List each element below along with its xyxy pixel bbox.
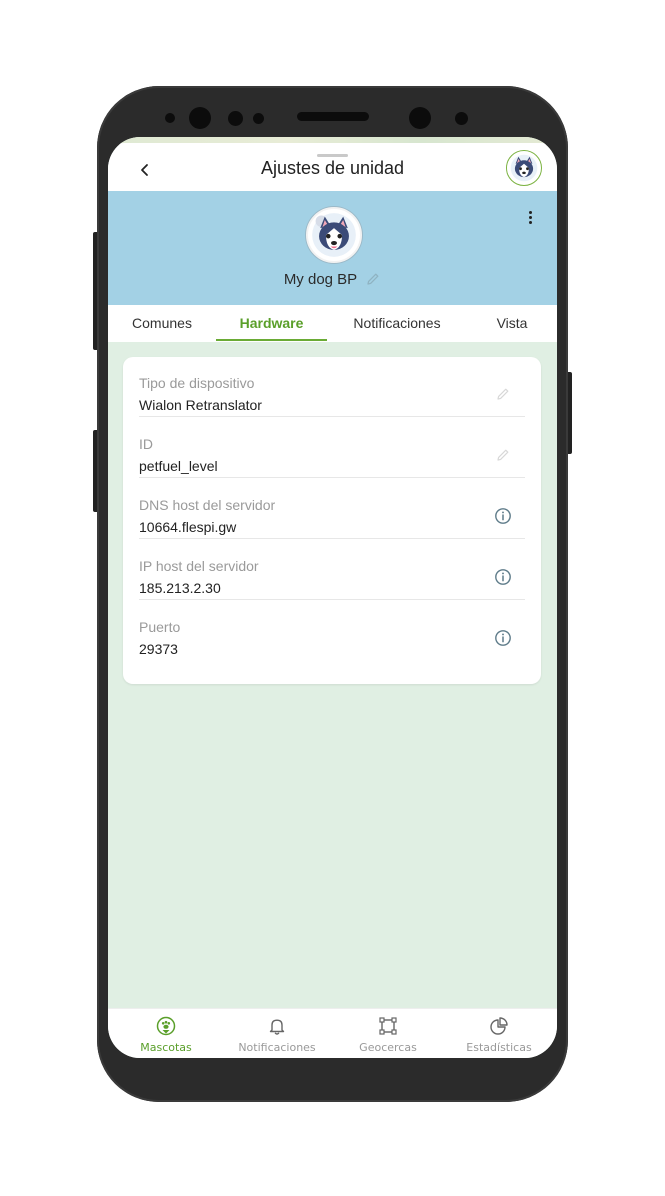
app-screen: Ajustes de unidad My dog BP Comunes Hard… — [108, 137, 557, 1058]
unit-avatar[interactable] — [306, 207, 362, 263]
unit-profile-banner: My dog BP — [108, 191, 557, 305]
field-dns-host: DNS host del servidor 10664.flespi.gw — [139, 479, 525, 539]
info-button[interactable] — [493, 506, 513, 526]
geofence-icon — [377, 1015, 399, 1037]
nav-estadisticas[interactable]: Estadísticas — [443, 1009, 555, 1058]
front-camera — [189, 107, 211, 129]
bell-icon — [266, 1015, 288, 1037]
divider — [139, 477, 525, 478]
pie-chart-icon — [488, 1015, 510, 1037]
more-vertical-icon — [528, 210, 532, 214]
husky-avatar-icon — [312, 213, 356, 257]
unit-name-row: My dog BP — [108, 268, 557, 290]
divider — [139, 416, 525, 417]
pencil-icon[interactable] — [365, 271, 381, 287]
front-camera — [409, 107, 431, 129]
info-icon — [495, 569, 511, 585]
nav-label: Estadísticas — [466, 1041, 532, 1054]
divider — [139, 538, 525, 539]
field-label: Tipo de dispositivo — [139, 375, 255, 391]
drag-handle[interactable] — [317, 154, 348, 157]
pencil-icon — [497, 449, 509, 461]
field-label: DNS host del servidor — [139, 497, 276, 513]
info-icon — [495, 508, 511, 524]
nav-notificaciones[interactable]: Notificaciones — [221, 1009, 333, 1058]
more-vertical-icon-dot — [528, 220, 532, 224]
nav-label: Notificaciones — [238, 1041, 316, 1054]
tab-hardware[interactable]: Hardware — [216, 305, 327, 342]
field-value: 185.213.2.30 — [139, 580, 221, 596]
edit-button[interactable] — [493, 384, 513, 404]
sensor-dot — [165, 113, 175, 123]
pencil-icon — [497, 388, 509, 400]
field-port: Puerto 29373 — [139, 601, 525, 661]
field-device-type[interactable]: Tipo de dispositivo Wialon Retranslator — [139, 357, 525, 417]
page-title: Ajustes de unidad — [260, 158, 405, 178]
field-label: Puerto — [139, 619, 181, 635]
nav-geocercas[interactable]: Geocercas — [332, 1009, 444, 1058]
more-options-button[interactable] — [520, 207, 540, 227]
tab-comunes[interactable]: Comunes — [120, 305, 204, 342]
field-value: 10664.flespi.gw — [139, 519, 237, 535]
unit-name: My dog BP — [283, 270, 358, 288]
husky-avatar-icon — [510, 154, 538, 182]
nav-mascotas[interactable]: Mascotas — [110, 1009, 222, 1058]
info-icon — [495, 630, 511, 646]
info-button[interactable] — [493, 567, 513, 587]
tab-vista[interactable]: Vista — [480, 305, 544, 342]
tab-notificaciones[interactable]: Notificaciones — [340, 305, 454, 342]
field-ip-host: IP host del servidor 185.213.2.30 — [139, 540, 525, 600]
hardware-card: Tipo de dispositivo Wialon Retranslator … — [123, 357, 541, 684]
sensor-dot — [455, 112, 468, 125]
field-label: IP host del servidor — [139, 558, 259, 574]
more-vertical-icon-dot — [528, 215, 532, 219]
bottom-navigation: Mascotas Notificaciones Geocercas Estadí… — [108, 1008, 557, 1058]
field-label: ID — [139, 436, 153, 452]
nav-label: Geocercas — [359, 1041, 417, 1054]
app-header: Ajustes de unidad — [108, 143, 557, 191]
field-value: Wialon Retranslator — [139, 397, 262, 413]
divider — [139, 599, 525, 600]
earpiece-speaker — [297, 112, 369, 121]
field-value: petfuel_level — [139, 458, 218, 474]
user-avatar[interactable] — [506, 150, 542, 186]
sensor-dot — [253, 113, 264, 124]
active-tab-indicator — [216, 339, 327, 341]
settings-tabs: Comunes Hardware Notificaciones Vista — [108, 305, 557, 342]
edit-button[interactable] — [493, 445, 513, 465]
nav-label: Mascotas — [140, 1041, 192, 1054]
info-button[interactable] — [493, 628, 513, 648]
field-id[interactable]: ID petfuel_level — [139, 418, 525, 478]
field-value: 29373 — [139, 641, 178, 657]
paw-icon — [155, 1015, 177, 1037]
sensor-dot — [228, 111, 243, 126]
